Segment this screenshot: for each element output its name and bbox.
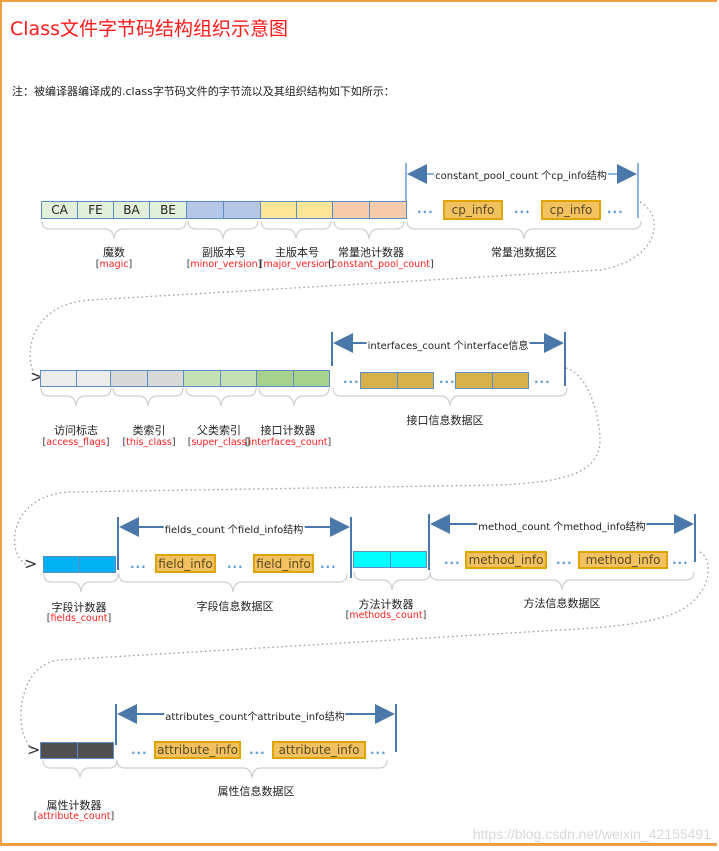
this-class-byte <box>110 370 148 387</box>
fields-count-byte <box>79 556 116 573</box>
methods-span-label: method_count 个method_info结构 <box>477 518 647 533</box>
field-id: [this_class] <box>122 437 176 448</box>
magic-byte-cell: FE <box>77 201 114 219</box>
field-label: 常量池计数器 <box>338 246 404 259</box>
continuation-arrow-icon: > <box>27 740 41 759</box>
region-label: 属性信息数据区 <box>217 785 295 798</box>
super-class-byte <box>183 370 221 387</box>
field-label: 接口计数器 <box>260 424 316 437</box>
field-id: [minor_version] <box>186 259 262 270</box>
cp-info-block: cp_info <box>443 200 503 220</box>
super-class-byte <box>220 370 257 387</box>
attribute-info-block: attribute_info <box>154 741 241 759</box>
ellipsis: ... <box>320 557 337 571</box>
ellipsis: ... <box>227 557 244 571</box>
cp-info-block: cp_info <box>541 200 601 220</box>
continuation-arrow-icon: > <box>24 554 38 573</box>
access-flags-byte <box>76 370 111 387</box>
interfaces-span-label: interfaces_count 个interface信息 <box>366 337 530 352</box>
methods-count-byte <box>390 551 427 568</box>
ellipsis: ... <box>556 553 573 567</box>
field-label: 父类索引 <box>197 424 241 437</box>
field-label: 副版本号 <box>202 246 246 259</box>
ellipsis: ... <box>131 743 148 757</box>
row3-braces <box>43 571 695 593</box>
interface-item-byte <box>360 372 398 389</box>
row4-braces <box>42 759 388 779</box>
ellipsis: ... <box>249 743 266 757</box>
field-info-block: field_info <box>253 554 314 573</box>
ellipsis: ... <box>444 553 461 567</box>
attribute-count-byte <box>77 742 114 759</box>
ellipsis: ... <box>130 557 147 571</box>
fields-count-byte <box>43 556 80 573</box>
attribute-count-byte <box>40 742 78 759</box>
ellipsis: ... <box>439 372 456 386</box>
field-id: [attribute_count] <box>33 811 115 822</box>
ellipsis: ... <box>417 202 434 216</box>
constant-pool-count-byte <box>332 201 370 219</box>
minor-version-byte <box>186 201 224 219</box>
magic-byte: BA <box>123 203 140 217</box>
field-label: 魔数 <box>103 246 125 259</box>
minor-version-byte <box>223 201 261 219</box>
field-id: [magic] <box>95 259 133 270</box>
major-version-byte <box>260 201 297 219</box>
region-label: 方法信息数据区 <box>523 597 601 610</box>
ellipsis: ... <box>672 553 689 567</box>
methods-count-byte <box>353 551 391 568</box>
field-info-block: field_info <box>155 554 216 573</box>
row1-braces <box>41 220 642 240</box>
field-id: [super_class] <box>187 437 251 448</box>
magic-byte-cell: BA <box>113 201 150 219</box>
interfaces-count-byte <box>293 370 330 387</box>
ellipsis: ... <box>534 372 551 386</box>
field-label: 访问标志 <box>54 424 98 437</box>
row2-continuation-curve <box>13 367 601 567</box>
magic-byte: CA <box>51 203 68 217</box>
interfaces-count-byte <box>256 370 294 387</box>
interface-item-byte <box>455 372 493 389</box>
watermark: https://blog.csdn.net/weixin_42155491 <box>472 826 711 842</box>
field-label: 主版本号 <box>275 246 319 259</box>
major-version-byte <box>296 201 333 219</box>
row2-braces <box>40 387 568 407</box>
interface-item-byte <box>492 372 529 389</box>
field-label: 类索引 <box>132 424 166 437</box>
field-id: [access_flags] <box>42 437 110 448</box>
region-label: 常量池数据区 <box>491 246 557 259</box>
ellipsis: ... <box>370 743 387 757</box>
fields-span-label: fields_count 个field_info结构 <box>163 521 305 536</box>
field-id: [fields_count] <box>46 613 112 624</box>
method-info-block: method_info <box>578 551 668 569</box>
field-id: [interfaces_count] <box>244 437 332 448</box>
magic-byte-cell: CA <box>41 201 78 219</box>
field-id: [methods_count] <box>345 610 427 621</box>
connector-layer <box>13 163 709 779</box>
method-info-block: method_info <box>465 551 547 569</box>
cp-span-label: constant_pool_count 个cp_info结构 <box>434 167 608 182</box>
attribute-info-block: attribute_info <box>272 741 366 759</box>
ellipsis: ... <box>514 202 531 216</box>
attributes-span-label: attributes_count个attribute_info结构 <box>164 708 346 723</box>
ellipsis: ... <box>343 372 360 386</box>
ellipsis: ... <box>607 202 624 216</box>
access-flags-byte <box>40 370 77 387</box>
field-id: [constant_pool_count] <box>328 259 434 270</box>
magic-byte-cell: BE <box>149 201 187 219</box>
region-label: 接口信息数据区 <box>406 414 484 427</box>
region-label: 字段信息数据区 <box>196 600 274 613</box>
magic-byte: FE <box>88 203 103 217</box>
magic-byte: BE <box>160 203 176 217</box>
interface-item-byte <box>397 372 434 389</box>
constant-pool-count-byte <box>369 201 407 219</box>
field-id: [major_version] <box>259 259 335 270</box>
this-class-byte <box>147 370 184 387</box>
